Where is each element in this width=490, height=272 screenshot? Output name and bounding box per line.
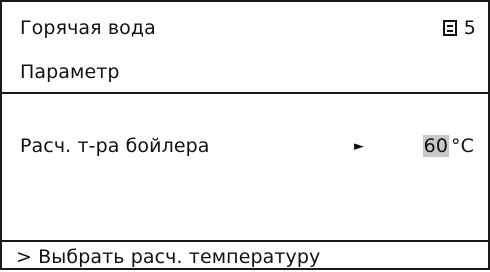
arrow-right-icon: ► — [354, 138, 365, 154]
parameter-unit: °C — [451, 135, 474, 157]
section-label: Параметр — [20, 61, 120, 83]
parameter-row[interactable]: Расч. т-ра бойлера ► 60 °C — [2, 126, 488, 166]
subheader: Параметр — [2, 54, 488, 90]
page-list-icon — [442, 20, 457, 36]
page-indicator: 5 — [442, 17, 476, 39]
menu-title: Горячая вода — [20, 17, 156, 39]
footer: > Выбрать расч. температуру — [2, 242, 488, 272]
top-divider — [2, 92, 488, 94]
footer-hint: > Выбрать расч. температуру — [16, 246, 321, 268]
parameter-label: Расч. т-ра бойлера — [20, 135, 210, 157]
parameter-value[interactable]: 60 — [422, 135, 450, 157]
display-screen: Горячая вода 5 Параметр Расч. т-ра бойле… — [0, 0, 490, 270]
parameter-value-group[interactable]: 60 °C — [422, 135, 474, 157]
header: Горячая вода 5 — [2, 6, 488, 50]
page-number: 5 — [463, 17, 476, 39]
